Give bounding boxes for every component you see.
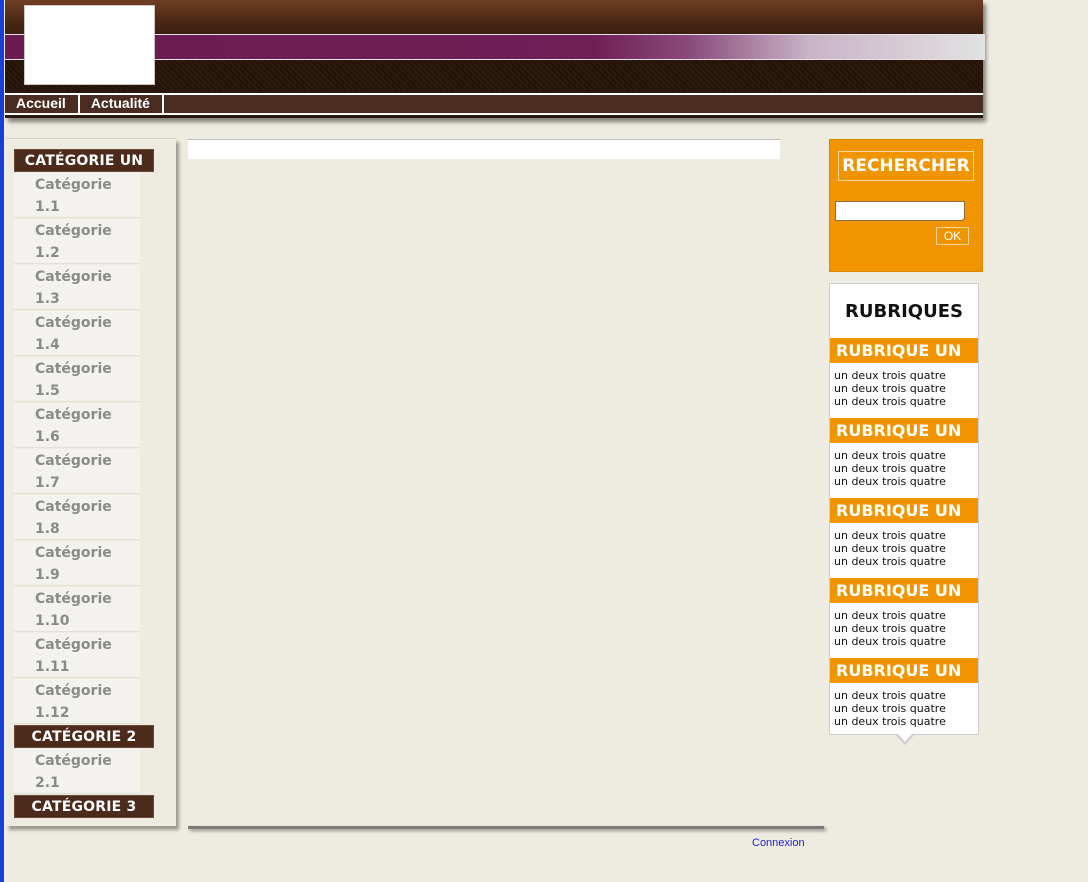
category-item-label: Catégorie: [35, 545, 112, 561]
category-item-label: Catégorie: [35, 499, 112, 515]
category-item-label: Catégorie: [35, 269, 112, 285]
rubrique-body: un deux trois quatre un deux trois quatr…: [834, 689, 978, 728]
category-item-1-11[interactable]: Catégorie 1.11: [14, 633, 140, 678]
rubrique-heading[interactable]: RUBRIQUE UN: [830, 498, 978, 523]
category-item-number: 1.1: [35, 199, 60, 215]
category-item-label: Catégorie: [35, 637, 112, 653]
category-sidebar: CATÉGORIE UN Catégorie 1.1 Catégorie 1.2 C…: [6, 138, 176, 826]
category-item-1-1[interactable]: Catégorie 1.1: [14, 173, 140, 218]
rubrique-line: un deux trois quatre: [834, 529, 946, 542]
rubrique-line: un deux trois quatre: [834, 475, 946, 488]
category-item-number: 1.7: [35, 475, 60, 491]
rubrique-line: un deux trois quatre: [834, 702, 946, 715]
window-left-edge: [0, 0, 4, 882]
rubrique-heading[interactable]: RUBRIQUE UN: [830, 578, 978, 603]
content-header-bar: [188, 139, 780, 159]
category-item-number: 2.1: [35, 775, 60, 791]
category-item-label: Catégorie: [35, 683, 112, 699]
rubrique-line: un deux trois quatre: [834, 462, 946, 475]
search-ok-button[interactable]: OK: [936, 227, 969, 245]
main-nav: Accueil Actualité: [5, 93, 983, 115]
rubriques-title: RUBRIQUES: [845, 301, 963, 322]
category-item-number: 1.8: [35, 521, 60, 537]
category-item-number: 1.11: [35, 659, 70, 675]
category-item-1-3[interactable]: Catégorie 1.3: [14, 265, 140, 310]
category-item-label: Catégorie: [35, 407, 112, 423]
rubrique-line: un deux trois quatre: [834, 609, 946, 622]
rubrique-line: un deux trois quatre: [834, 395, 946, 408]
rubrique-heading[interactable]: RUBRIQUE UN: [830, 338, 978, 363]
rubrique-line: un deux trois quatre: [834, 689, 946, 702]
search-box: RECHERCHER OK: [829, 139, 983, 272]
category-item-label: Catégorie: [35, 315, 112, 331]
rubrique-line: un deux trois quatre: [834, 635, 946, 648]
category-item-number: 1.12: [35, 705, 70, 721]
search-input[interactable]: [835, 201, 965, 221]
login-link[interactable]: Connexion: [752, 837, 805, 849]
rubrique-heading[interactable]: RUBRIQUE UN: [830, 418, 978, 443]
category-item-number: 1.6: [35, 429, 60, 445]
category-item-1-5[interactable]: Catégorie 1.5: [14, 357, 140, 402]
category-item-label: Catégorie: [35, 361, 112, 377]
category-item-label: Catégorie: [35, 591, 112, 607]
rubrique-line: un deux trois quatre: [834, 555, 946, 568]
rubrique-line: un deux trois quatre: [834, 715, 946, 728]
rubriques-pointer-inner: [898, 734, 912, 742]
rubrique-line: un deux trois quatre: [834, 449, 946, 462]
category-item-1-8[interactable]: Catégorie 1.8: [14, 495, 140, 540]
category-item-label: Catégorie: [35, 223, 112, 239]
category-item-number: 1.2: [35, 245, 60, 261]
category-item-1-4[interactable]: Catégorie 1.4: [14, 311, 140, 356]
category-heading-3[interactable]: CATÉGORIE 3: [14, 795, 154, 818]
category-item-1-2[interactable]: Catégorie 1.2: [14, 219, 140, 264]
category-item-label: Catégorie: [35, 453, 112, 469]
category-item-number: 1.4: [35, 337, 60, 353]
search-title: RECHERCHER: [838, 151, 974, 181]
nav-item-accueil[interactable]: Accueil: [5, 95, 80, 113]
category-item-number: 1.10: [35, 613, 70, 629]
content-bottom-border: [188, 826, 824, 829]
category-item-number: 1.9: [35, 567, 60, 583]
category-heading-2[interactable]: CATÉGORIE 2: [14, 725, 154, 748]
rubrique-line: un deux trois quatre: [834, 382, 946, 395]
category-item-label: Catégorie: [35, 753, 112, 769]
category-item-1-6[interactable]: Catégorie 1.6: [14, 403, 140, 448]
rubrique-body: un deux trois quatre un deux trois quatr…: [834, 449, 978, 488]
rubrique-line: un deux trois quatre: [834, 369, 946, 382]
rubrique-line: un deux trois quatre: [834, 542, 946, 555]
rubrique-body: un deux trois quatre un deux trois quatr…: [834, 529, 978, 568]
category-item-1-12[interactable]: Catégorie 1.12: [14, 679, 140, 724]
rubrique-heading[interactable]: RUBRIQUE UN: [830, 658, 978, 683]
site-logo[interactable]: [24, 5, 155, 85]
category-item-number: 1.3: [35, 291, 60, 307]
category-item-1-7[interactable]: Catégorie 1.7: [14, 449, 140, 494]
category-item-number: 1.5: [35, 383, 60, 399]
rubrique-body: un deux trois quatre un deux trois quatr…: [834, 609, 978, 648]
nav-item-actualite[interactable]: Actualité: [80, 95, 164, 113]
site-header: Accueil Actualité: [5, 0, 985, 118]
category-item-1-10[interactable]: Catégorie 1.10: [14, 587, 140, 632]
rubriques-panel: RUBRIQUES RUBRIQUE UN un deux trois quat…: [829, 283, 979, 735]
category-item-label: Catégorie: [35, 177, 112, 193]
category-heading-un[interactable]: CATÉGORIE UN: [14, 149, 154, 172]
rubrique-body: un deux trois quatre un deux trois quatr…: [834, 369, 978, 408]
sidebar-divider: [6, 138, 176, 139]
category-item-1-9[interactable]: Catégorie 1.9: [14, 541, 140, 586]
category-item-2-1[interactable]: Catégorie 2.1: [14, 749, 140, 794]
rubrique-line: un deux trois quatre: [834, 622, 946, 635]
